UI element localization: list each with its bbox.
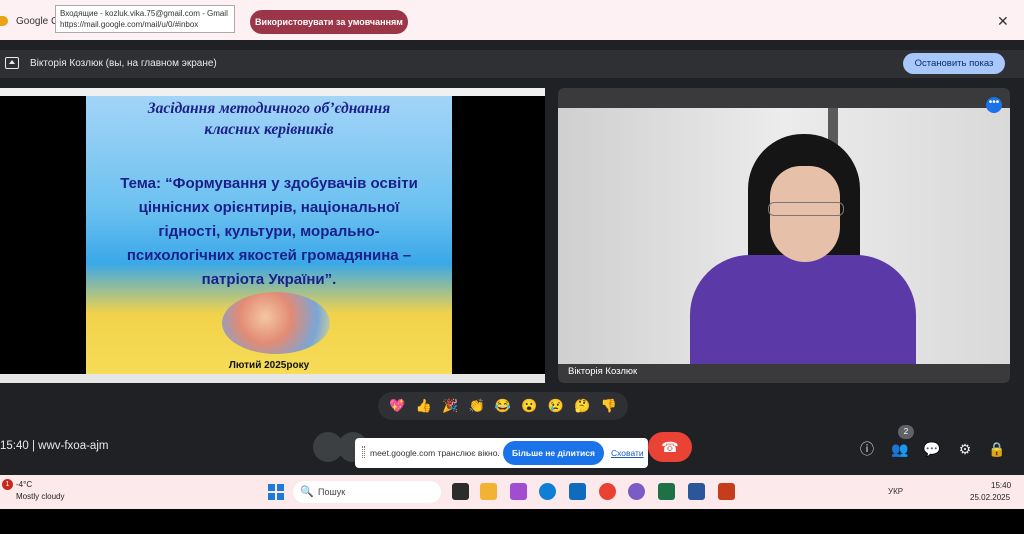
present-screen-icon <box>5 57 19 69</box>
chat-icon[interactable]: 💬 <box>923 440 941 458</box>
weather-badge: 1 <box>2 479 13 490</box>
participant-glasses <box>768 202 844 216</box>
meeting-info: 15:40 | wwv-fxoa-ajm <box>0 440 109 452</box>
people-icon[interactable]: 👥 <box>891 440 909 458</box>
edge-icon[interactable] <box>539 483 556 500</box>
tab-tooltip: Входящие - kozluk.vika.75@gmail.com - Gm… <box>55 5 235 33</box>
presenting-label: Вікторія Козлюк (вы, на главном экране) <box>30 58 217 69</box>
powerpoint-icon[interactable] <box>718 483 735 500</box>
excel-icon[interactable] <box>658 483 675 500</box>
people-count-badge: 2 <box>898 425 914 439</box>
hide-link[interactable]: Сховати <box>611 448 644 458</box>
slide-topic-line: Тема: “Формування у здобувачів освіти <box>120 175 418 192</box>
search-icon: 🔍 <box>300 486 314 498</box>
close-icon[interactable]: ✕ <box>997 13 1009 30</box>
reaction-thumbs-down[interactable]: 👎 <box>601 398 617 414</box>
shared-window-titlebar <box>0 88 545 96</box>
reaction-laugh[interactable]: 😂 <box>495 398 511 414</box>
stop-presenting-button[interactable]: Остановить показ <box>903 53 1005 74</box>
reactions-bar: 💖 👍 🎉 👏 😂 😮 😢 🤔 👎 <box>378 392 628 420</box>
slide-topic-line: психологічних якостей громадянина – <box>126 247 412 264</box>
set-default-button[interactable]: Використовувати за умовчанням <box>250 10 408 34</box>
slide-heading-line: Засідання методичного об’єднання <box>147 100 391 117</box>
start-button[interactable] <box>268 484 284 500</box>
taskbar-search[interactable] <box>293 481 441 503</box>
host-controls-icon[interactable]: 🔒 <box>988 440 1006 458</box>
store-icon[interactable] <box>569 483 586 500</box>
search-placeholder: Пошук <box>318 487 346 497</box>
slide-topic-line: ціннісних орієнтирів, національної <box>138 199 400 216</box>
reaction-party[interactable]: 🎉 <box>442 398 458 414</box>
chrome-taskbar-icon[interactable] <box>599 483 616 500</box>
participant-name: Вікторія Козлюк <box>568 366 638 377</box>
activities-icon[interactable]: ⚙ <box>956 440 974 458</box>
meeting-time: 15:40 <box>0 440 29 452</box>
task-view-icon[interactable] <box>452 483 469 500</box>
word-icon[interactable] <box>688 483 705 500</box>
sharing-notice-text: meet.google.com транслює вікно. <box>370 448 500 458</box>
reaction-surprised[interactable]: 😮 <box>521 398 537 414</box>
reaction-thinking[interactable]: 🤔 <box>574 398 590 414</box>
slide-heading: Засідання методичного об’єднання класних… <box>86 98 452 140</box>
viber-icon[interactable] <box>628 483 645 500</box>
reaction-clap[interactable]: 👏 <box>468 398 484 414</box>
info-icon[interactable]: ⓘ <box>858 440 876 458</box>
clock-date[interactable]: 25.02.2025 <box>970 493 1010 502</box>
weather-description[interactable]: Mostly cloudy <box>16 492 64 501</box>
copilot-icon[interactable] <box>510 483 527 500</box>
slide-topic-line: патріота України”. <box>201 271 337 288</box>
weather-temperature[interactable]: -4°C <box>16 480 32 489</box>
hang-up-button[interactable]: ☎ <box>648 432 692 462</box>
participant-body <box>690 255 916 364</box>
shared-window-statusbar <box>0 374 545 383</box>
reaction-heart[interactable]: 💖 <box>389 398 405 414</box>
stop-sharing-button[interactable]: Більше не ділитися <box>503 441 604 465</box>
clock-time[interactable]: 15:40 <box>991 481 1011 490</box>
file-explorer-icon[interactable] <box>480 483 497 500</box>
children-image <box>222 292 330 354</box>
slide-topic-line: гідності, культури, морально- <box>158 223 380 240</box>
tooltip-url: https://mail.google.com/mail/u/0/#inbox <box>60 20 199 29</box>
tooltip-title: Входящие - kozluk.vika.75@gmail.com - Gm… <box>60 9 228 18</box>
slide-date: Лютий 2025року <box>228 360 310 371</box>
language-indicator[interactable]: УКР <box>888 487 903 496</box>
more-options-icon[interactable]: ••• <box>986 97 1002 113</box>
meeting-code: wwv-fxoa-ajm <box>38 440 109 452</box>
phone-icon: ☎ <box>661 438 679 455</box>
drag-handle-icon[interactable] <box>362 446 365 458</box>
slide-topic: Тема: “Формування у здобувачів освіти ці… <box>86 172 452 292</box>
reaction-sad[interactable]: 😢 <box>548 398 564 414</box>
slide-heading-line: класних керівників <box>204 121 334 138</box>
reaction-thumbs-up[interactable]: 👍 <box>416 398 432 414</box>
